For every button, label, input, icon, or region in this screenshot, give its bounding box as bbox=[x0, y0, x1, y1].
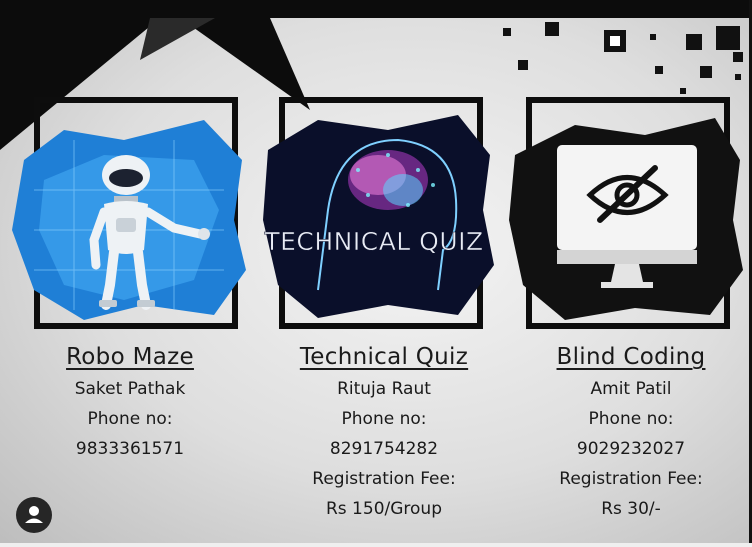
phone-label: Phone no: bbox=[588, 409, 674, 429]
event-title: Technical Quiz bbox=[299, 344, 469, 370]
brain-icon: TECHNICAL QUIZ bbox=[263, 115, 494, 318]
fee-label: Registration Fee: bbox=[559, 469, 703, 489]
phone-label: Phone no: bbox=[341, 409, 427, 429]
event-technical-quiz: Technical Quiz Rituja Raut Phone no: 829… bbox=[264, 340, 504, 524]
event-title: Blind Coding bbox=[556, 344, 706, 370]
eye-slash-icon bbox=[509, 118, 743, 320]
fee-label: Registration Fee: bbox=[312, 469, 456, 489]
coordinator-name: Rituja Raut bbox=[337, 379, 431, 399]
phone-number: 8291754282 bbox=[329, 439, 439, 459]
coordinator-name: Saket Pathak bbox=[74, 379, 186, 399]
event-blind-coding: Blind Coding Amit Patil Phone no: 902923… bbox=[511, 340, 751, 524]
coordinator-name: Amit Patil bbox=[590, 379, 672, 399]
phone-label: Phone no: bbox=[87, 409, 173, 429]
phone-number: 9029232027 bbox=[576, 439, 686, 459]
phone-number: 9833361571 bbox=[75, 439, 185, 459]
person-icon[interactable] bbox=[16, 497, 52, 533]
fee-value: Rs 150/Group bbox=[325, 499, 442, 519]
bottom-edge bbox=[0, 543, 752, 547]
event-robo-maze: Robo Maze Saket Pathak Phone no: 9833361… bbox=[10, 340, 250, 464]
technical-quiz-image-text: TECHNICAL QUIZ bbox=[263, 227, 483, 256]
event-title: Robo Maze bbox=[66, 344, 194, 370]
event-poster: TECHNICAL QUIZ Robo Maze Saket Pathak Ph… bbox=[0, 0, 752, 547]
fee-value: Rs 30/- bbox=[601, 499, 661, 519]
robot-icon bbox=[12, 120, 246, 320]
